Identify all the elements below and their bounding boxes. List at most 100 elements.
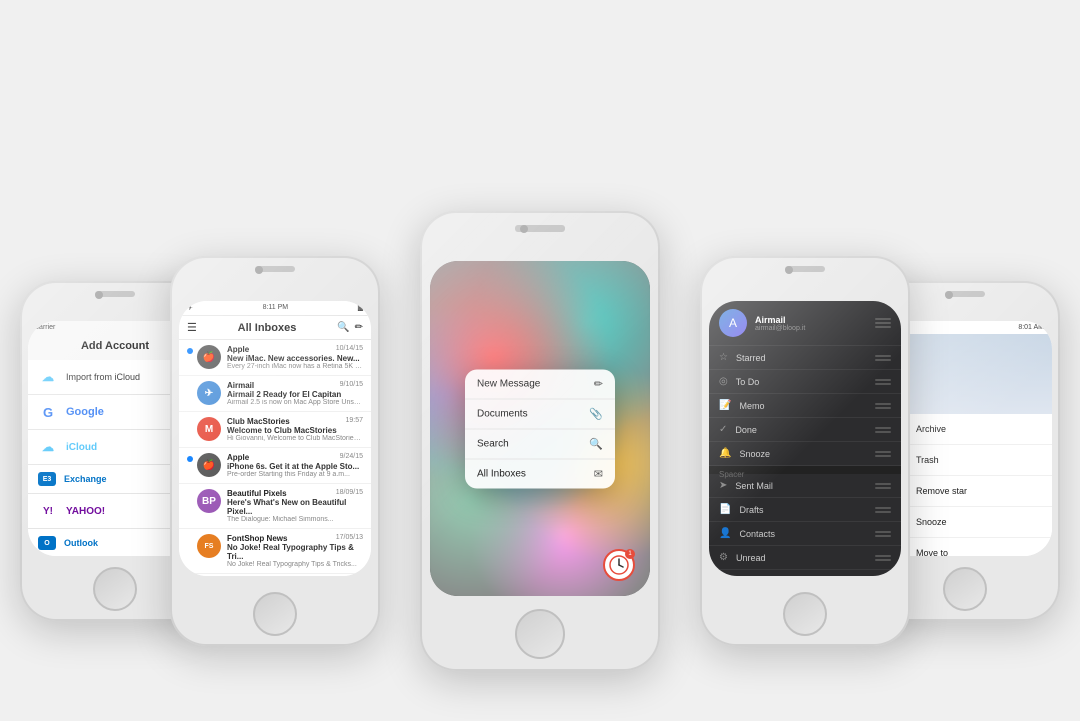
sidebar-contacts[interactable]: 👤 Contacts [709, 522, 901, 546]
carrier-text: Carrier [34, 324, 55, 331]
unread-label: Unread [736, 553, 875, 563]
profile-info: Airmail airmail@bloop.it [755, 315, 875, 332]
memo-icon: 📝 [719, 400, 731, 411]
email-content-mac: Club MacStories 19:57 Welcome to Club Ma… [227, 417, 363, 442]
profile-avatar: A [719, 309, 747, 337]
screen-3d-touch: New Message ✏ Documents 📎 Search 🔍 All I… [430, 261, 650, 596]
email-avatar-apple2: 🍎 [197, 453, 221, 477]
email-preview-airmail: Airmail 2.5 is now on Mac App Store Unsu… [227, 399, 363, 406]
phone-1-home-button[interactable] [93, 567, 137, 611]
email-avatar-bp: BP [197, 489, 221, 513]
drag-handle-5 [875, 451, 891, 457]
phone-4-camera [785, 266, 793, 274]
drag-handle-9 [875, 555, 891, 561]
email-date-mac: 19:57 [345, 417, 363, 426]
status-bar-2: ✈ 8:11 PM ▓ [179, 301, 371, 316]
email-sender: Apple [227, 345, 249, 354]
email-subject-airmail: Airmail 2 Ready for El Capitan [227, 390, 363, 399]
phone-5-home-button[interactable] [943, 567, 987, 611]
email-item-withings[interactable]: W Withings 17/05/13 Explore our friendly… [179, 574, 371, 576]
email-date-airmail: 9/10/15 [340, 381, 363, 390]
screen-sidebar: A Airmail airmail@bloop.it ☆ Starred [709, 301, 901, 576]
contacts-label: Contacts [739, 529, 875, 539]
new-message-label: New Message [477, 378, 540, 389]
import-icloud-label: Import from iCloud [66, 372, 140, 382]
drag-handle-7 [875, 507, 891, 513]
exchange-icon: E3 [38, 472, 56, 486]
exchange-label: Exchange [64, 474, 107, 484]
menu-icon[interactable]: ☰ [187, 321, 197, 334]
email-content-apple2: Apple 9/24/15 iPhone 6s. Get it at the A… [227, 453, 363, 478]
email-date-fs: 17/05/13 [336, 534, 363, 543]
email-subject-bp: Here's What's New on Beautiful Pixel... [227, 498, 363, 516]
clock-face: 1 [603, 549, 635, 581]
email-content-airmail: Airmail 9/10/15 Airmail 2 Ready for El C… [227, 381, 363, 406]
sidebar-starred[interactable]: ☆ Starred [709, 346, 901, 370]
context-menu: New Message ✏ Documents 📎 Search 🔍 All I… [465, 369, 615, 488]
phone-2-screen: ✈ 8:11 PM ▓ ☰ All Inboxes 🔍 ✏ 🍎 [179, 301, 371, 576]
phone-4-screen: A Airmail airmail@bloop.it ☆ Starred [709, 301, 901, 576]
unread-dot-2 [187, 456, 193, 462]
drag-handle-2 [875, 379, 891, 385]
todo-icon: ◎ [719, 376, 728, 387]
paperclip-icon: 📎 [589, 407, 603, 420]
done-icon: ✓ [719, 424, 727, 435]
drafts-label: Drafts [739, 505, 875, 515]
sent-label: Sent Mail [735, 481, 875, 491]
email-item-apple-1[interactable]: 🍎 Apple 10/14/15 New iMac. New accessori… [179, 340, 371, 376]
airplane-icon: ✈ [187, 304, 193, 312]
phone-1-camera [95, 291, 103, 299]
email-date-bp: 18/09/15 [336, 489, 363, 498]
all-inboxes-label: All Inboxes [477, 468, 526, 479]
email-sender-bp: Beautiful Pixels [227, 489, 287, 498]
sidebar-unread[interactable]: ⚙ Unread [709, 546, 901, 570]
google-icon: G [38, 402, 58, 422]
unread-icon: ⚙ [719, 552, 728, 563]
menu-item-documents[interactable]: Documents 📎 [465, 399, 615, 429]
search-label: Search [477, 438, 509, 449]
profile-name: Airmail [755, 315, 875, 325]
phone-2-home-button[interactable] [253, 592, 297, 636]
menu-item-new-message[interactable]: New Message ✏ [465, 369, 615, 399]
menu-item-all-inboxes[interactable]: All Inboxes ✉ [465, 459, 615, 488]
sent-icon: ➤ [719, 480, 727, 491]
search-icon[interactable]: 🔍 [337, 322, 349, 333]
drag-handle-6 [875, 483, 891, 489]
email-item-apple-2[interactable]: 🍎 Apple 9/24/15 iPhone 6s. Get it at the… [179, 448, 371, 484]
email-item-macstories[interactable]: M Club MacStories 19:57 Welcome to Club … [179, 412, 371, 448]
sidebar-today[interactable]: 📅 Today [709, 570, 901, 576]
snooze-label: Snooze [739, 449, 875, 459]
sidebar-snooze[interactable]: 🔔 Snooze [709, 442, 901, 466]
phone-3-camera [520, 225, 528, 233]
drag-handle [875, 355, 891, 361]
icloud-icon: ☁ [38, 367, 58, 387]
move-to-label: Move to [916, 548, 948, 556]
done-label: Done [735, 425, 875, 435]
phone-3-home-button[interactable] [515, 609, 565, 659]
email-item-fontshop[interactable]: FS FontShop News 17/05/13 No Joke! Real … [179, 529, 371, 574]
starred-label: Starred [736, 353, 875, 363]
email-avatar-fs: FS [197, 534, 221, 558]
phone-2-camera [255, 266, 263, 274]
sidebar-drafts[interactable]: 📄 Drafts [709, 498, 901, 522]
phone-3-screen: New Message ✏ Documents 📎 Search 🔍 All I… [430, 261, 650, 596]
menu-item-search[interactable]: Search 🔍 [465, 429, 615, 459]
sidebar-memo[interactable]: 📝 Memo [709, 394, 901, 418]
email-date: 10/14/15 [336, 345, 363, 354]
compose-menu-icon: ✏ [594, 377, 603, 390]
sidebar-done[interactable]: ✓ Done [709, 418, 901, 442]
email-item-airmail[interactable]: ✈ Airmail 9/10/15 Airmail 2 Ready for El… [179, 376, 371, 412]
google-label: Google [66, 406, 104, 418]
envelope-icon: ✉ [594, 467, 603, 480]
phone-4-home-button[interactable] [783, 592, 827, 636]
yahoo-label: YAHOO! [66, 506, 105, 517]
email-item-beautiful[interactable]: BP Beautiful Pixels 18/09/15 Here's What… [179, 484, 371, 529]
documents-label: Documents [477, 408, 528, 419]
time-2: 8:11 PM [263, 304, 289, 312]
hamburger-icon[interactable] [875, 318, 891, 328]
outlook-icon: O [38, 536, 56, 550]
email-preview-fs: No Joke! Real Typography Tips & Tricks..… [227, 561, 363, 568]
phone-3: New Message ✏ Documents 📎 Search 🔍 All I… [420, 211, 660, 671]
compose-icon[interactable]: ✏ [355, 322, 363, 333]
sidebar-todo[interactable]: ◎ To Do [709, 370, 901, 394]
